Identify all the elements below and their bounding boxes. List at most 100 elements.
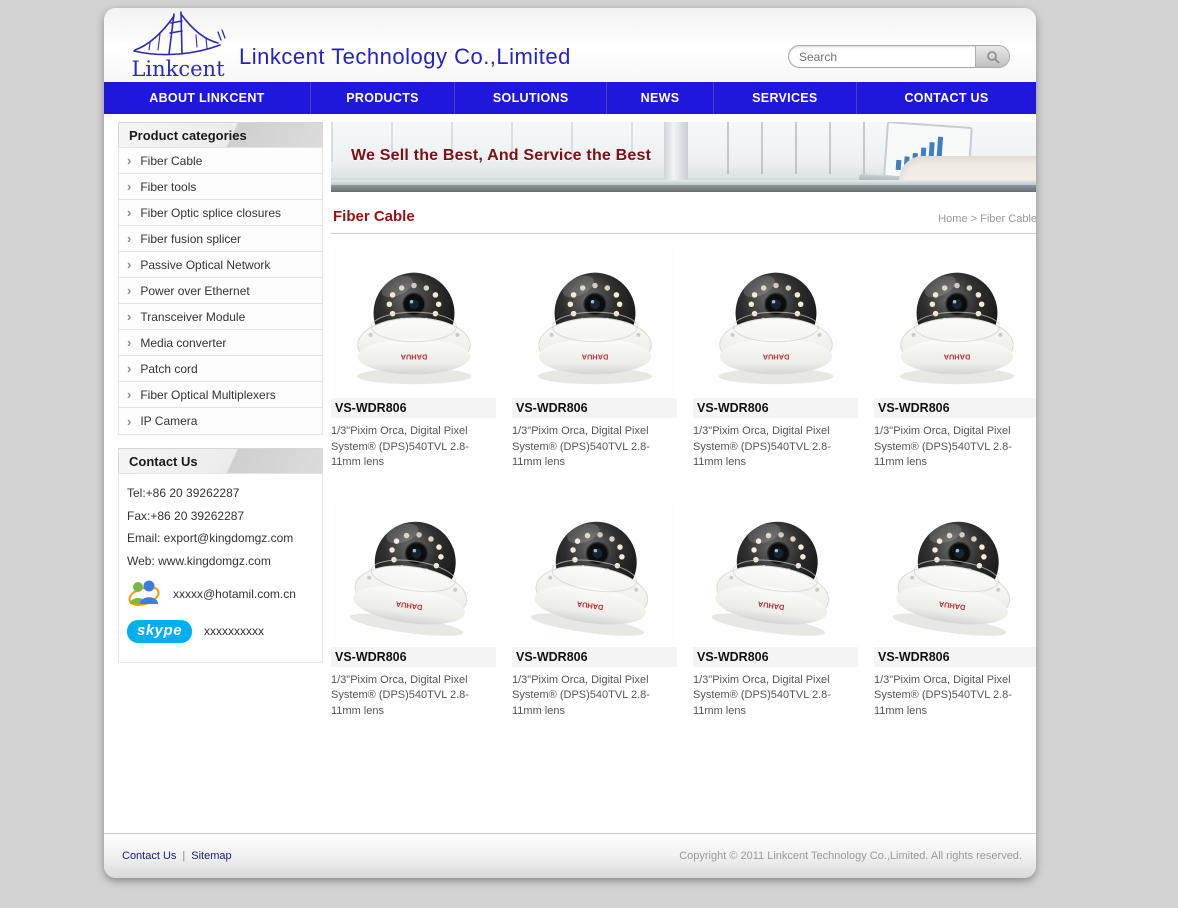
- skype-id[interactable]: xxxxxxxxxx: [204, 624, 264, 638]
- category-label: Passive Optical Network: [140, 258, 270, 272]
- product-image-dome-camera[interactable]: DAHUA: [874, 497, 1036, 645]
- company-title: Linkcent Technology Co.,Limited: [239, 44, 571, 70]
- skype-row[interactable]: skype xxxxxxxxxx: [127, 620, 314, 643]
- category-list: › Fiber Cable › Fiber tools ›Fiber Optic spl…: [118, 147, 323, 435]
- category-label: Fiber Optical Multiplexers: [140, 388, 275, 402]
- chevron-right-icon: ›: [127, 154, 131, 167]
- nav-menu: ABOUT LINKCENTPRODUCTSSOLUTIONSNEWSSERVI…: [104, 82, 1036, 114]
- copyright-text: Copyright © 2011 Linkcent Technology Co.…: [679, 850, 1022, 862]
- product-card[interactable]: DAHUA VS-WDR806 1/3"Pixim Orca, Digital …: [693, 497, 858, 720]
- chevron-right-icon: ›: [127, 336, 131, 349]
- product-image-dome-camera[interactable]: DAHUA: [331, 497, 496, 645]
- breadcrumb-current: Fiber Cable: [980, 213, 1036, 225]
- breadcrumb-home[interactable]: Home: [938, 213, 967, 225]
- nav-item[interactable]: ABOUT LINKCENT: [104, 82, 311, 114]
- chevron-right-icon: ›: [127, 180, 131, 193]
- product-card[interactable]: DAHUA VS-WDR806 1/3"Pixim Orca, Digital …: [512, 248, 677, 471]
- nav-item[interactable]: NEWS: [607, 82, 713, 114]
- banner-doors-decoration: [727, 122, 907, 174]
- banner-image: We Sell the Best, And Service the Best: [331, 122, 1036, 192]
- chevron-right-icon: ›: [127, 310, 131, 323]
- sidebar-category-item[interactable]: ›Transceiver Module: [119, 304, 322, 330]
- msn-row[interactable]: xxxxx@hotamil.com.cn: [127, 578, 314, 610]
- svg-text:DAHUA: DAHUA: [761, 353, 788, 362]
- category-label: Fiber Cable: [140, 154, 202, 168]
- product-description: 1/3"Pixim Orca, Digital Pixel System® (D…: [331, 424, 485, 471]
- contact-web[interactable]: Web: www.kingdomgz.com: [127, 554, 314, 568]
- product-name[interactable]: VS-WDR806: [874, 647, 1036, 667]
- category-label: Media converter: [140, 336, 226, 350]
- sidebar-category-item[interactable]: ›Fiber fusion splicer: [119, 226, 322, 252]
- product-image-dome-camera[interactable]: DAHUA: [331, 248, 496, 396]
- main-column: We Sell the Best, And Service the Best F…: [331, 122, 1036, 833]
- category-label: Fiber tools: [140, 180, 196, 194]
- chevron-right-icon: ›: [127, 284, 131, 297]
- chevron-right-icon: ›: [127, 362, 131, 375]
- product-card[interactable]: DAHUA VS-WDR806 1/3"Pixim Orca, Digital …: [331, 248, 496, 471]
- svg-text:DAHUA: DAHUA: [399, 353, 426, 362]
- contact-email[interactable]: Email: export@kingdomgz.com: [127, 531, 314, 545]
- product-categories-header: Product categories: [118, 122, 323, 147]
- product-card[interactable]: DAHUA VS-WDR806 1/3"Pixim Orca, Digital …: [331, 497, 496, 720]
- sidebar-category-item[interactable]: › Fiber Optical Multiplexers: [119, 382, 322, 408]
- product-image-dome-camera[interactable]: DAHUA: [693, 497, 858, 645]
- sidebar-category-item[interactable]: › Media converter: [119, 330, 322, 356]
- nav-item[interactable]: PRODUCTS: [311, 82, 455, 114]
- footer-link-separator: |: [182, 850, 185, 862]
- product-image-dome-camera[interactable]: DAHUA: [874, 248, 1036, 396]
- contact-tel: Tel:+86 20 39262287: [127, 486, 314, 500]
- product-name[interactable]: VS-WDR806: [512, 647, 677, 667]
- product-image-dome-camera[interactable]: DAHUA: [512, 497, 677, 645]
- skype-logo: skype: [127, 620, 192, 643]
- category-label: IP Camera: [140, 414, 197, 428]
- category-label: Power over Ethernet: [140, 284, 249, 298]
- product-name[interactable]: VS-WDR806: [693, 647, 858, 667]
- site-header: Linkcent Linkcent Technology Co.,Limited: [104, 8, 1036, 82]
- breadcrumb-separator: >: [971, 213, 977, 225]
- product-name[interactable]: VS-WDR806: [693, 398, 858, 418]
- chevron-right-icon: ›: [127, 206, 131, 219]
- nav-item[interactable]: CONTACT US: [857, 82, 1036, 114]
- search-button[interactable]: [975, 46, 1009, 67]
- product-image-dome-camera[interactable]: DAHUA: [693, 248, 858, 396]
- sidebar-category-item[interactable]: ›Patch cord: [119, 356, 322, 382]
- chevron-right-icon: ›: [127, 388, 131, 401]
- sidebar-category-item[interactable]: ›Passive Optical Network: [119, 252, 322, 278]
- search-icon: [986, 50, 1000, 64]
- sidebar-category-item[interactable]: ›IP Camera: [119, 408, 322, 434]
- contact-fax: Fax:+86 20 39262287: [127, 509, 314, 523]
- banner-column-decoration: [664, 122, 688, 185]
- breadcrumb: Home > Fiber Cable: [938, 213, 1036, 225]
- product-name[interactable]: VS-WDR806: [874, 398, 1036, 418]
- product-card[interactable]: DAHUA VS-WDR806 1/3"Pixim Orca, Digital …: [874, 497, 1036, 720]
- product-card[interactable]: DAHUA VS-WDR806 1/3"Pixim Orca, Digital …: [874, 248, 1036, 471]
- sidebar-category-item[interactable]: › Fiber Cable: [119, 148, 322, 174]
- product-description: 1/3"Pixim Orca, Digital Pixel System® (D…: [693, 673, 847, 720]
- site-page: Linkcent Linkcent Technology Co.,Limited…: [104, 8, 1036, 878]
- product-card[interactable]: DAHUA VS-WDR806 1/3"Pixim Orca, Digital …: [512, 497, 677, 720]
- product-image-dome-camera[interactable]: DAHUA: [512, 248, 677, 396]
- footer-link[interactable]: Sitemap: [191, 850, 231, 862]
- product-description: 1/3"Pixim Orca, Digital Pixel System® (D…: [874, 424, 1028, 471]
- search-input[interactable]: [789, 50, 975, 64]
- product-name[interactable]: VS-WDR806: [331, 647, 496, 667]
- linkcent-logo[interactable]: Linkcent: [118, 10, 238, 76]
- nav-item[interactable]: SOLUTIONS: [455, 82, 607, 114]
- msn-address[interactable]: xxxxx@hotamil.com.cn: [173, 587, 296, 601]
- logo-text: Linkcent: [118, 62, 238, 76]
- product-description: 1/3"Pixim Orca, Digital Pixel System® (D…: [512, 673, 666, 720]
- product-name[interactable]: VS-WDR806: [331, 398, 496, 418]
- sidebar-category-item[interactable]: › Power over Ethernet: [119, 278, 322, 304]
- product-description: 1/3"Pixim Orca, Digital Pixel System® (D…: [874, 673, 1028, 720]
- banner-slogan: We Sell the Best, And Service the Best: [351, 147, 651, 165]
- search-box[interactable]: [788, 45, 1010, 68]
- product-card[interactable]: DAHUA VS-WDR806 1/3"Pixim Orca, Digital …: [693, 248, 858, 471]
- nav-item[interactable]: SERVICES: [714, 82, 857, 114]
- footer-link[interactable]: Contact Us: [122, 850, 176, 862]
- product-description: 1/3"Pixim Orca, Digital Pixel System® (D…: [331, 673, 485, 720]
- category-label: Fiber fusion splicer: [140, 232, 241, 246]
- sidebar-category-item[interactable]: › Fiber tools: [119, 174, 322, 200]
- sidebar-category-item[interactable]: ›Fiber Optic splice closures: [119, 200, 322, 226]
- product-name[interactable]: VS-WDR806: [512, 398, 677, 418]
- site-footer: Contact Us | Sitemap Copyright © 2011 Link…: [104, 833, 1036, 878]
